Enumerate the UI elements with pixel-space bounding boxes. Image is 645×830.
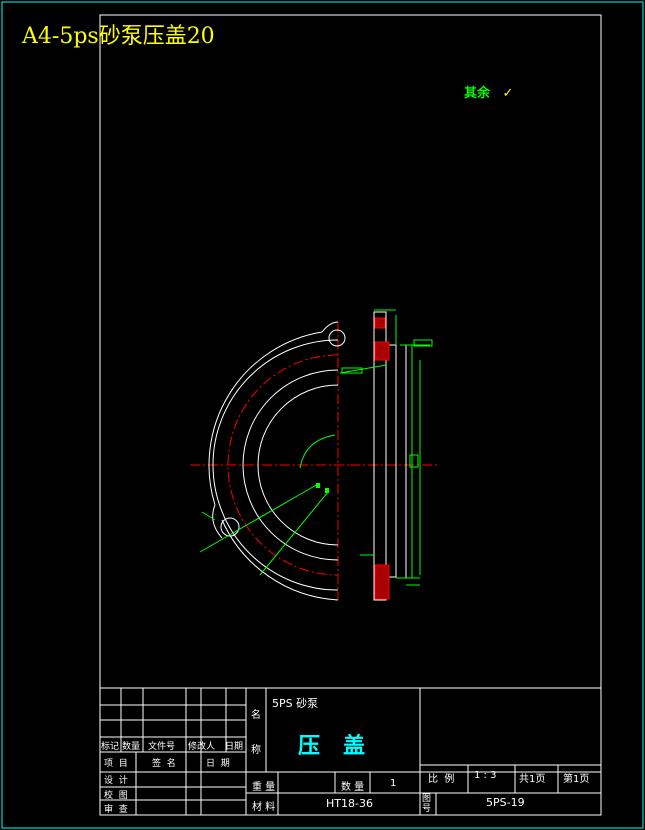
qty-value: 1: [390, 778, 397, 789]
drawing-sheet: [1, 1, 644, 829]
role-review: 审 查: [104, 805, 128, 815]
product-name: 5PS 砂泵: [272, 697, 319, 710]
sign-row-date: 日 期: [206, 759, 230, 769]
weight-label: 重 量: [252, 782, 276, 793]
sign-row-sign: 签 名: [152, 759, 176, 769]
inner-frame: [99, 14, 602, 816]
material-label: 材 料: [252, 802, 276, 813]
name-label-bottom: 称: [251, 745, 261, 756]
roughness-label: 其余: [464, 86, 491, 101]
sign-row-item: 项 目: [104, 759, 128, 769]
qty-label: 数 量: [341, 782, 365, 793]
drawing-title: A4-5ps砂泵压盖20: [22, 24, 215, 49]
scale-value: 1 : 3: [474, 770, 497, 781]
page-number: 第1页: [563, 774, 590, 785]
material-value: HT18-36: [326, 797, 373, 810]
role-design: 设 计: [104, 776, 128, 786]
name-label-top: 名: [251, 710, 261, 721]
section-view: [339, 309, 438, 601]
role-check: 校 图: [104, 791, 128, 801]
rev-header-file: 文件号: [148, 742, 176, 752]
drawing-no-label: 图 号: [422, 794, 432, 814]
rev-header-date: 日期: [225, 742, 244, 752]
outer-border: [1, 1, 644, 829]
rev-header-mark: 标记: [101, 742, 120, 752]
surface-roughness-note: 其余 ✓: [464, 82, 513, 101]
front-view: [190, 321, 350, 601]
rev-header-qty: 数量: [122, 742, 141, 752]
drawing-number: 5PS-19: [486, 796, 525, 809]
rev-header-editor: 修改人: [188, 742, 216, 752]
scale-label: 比 例: [428, 774, 455, 785]
pages-total: 共1页: [519, 774, 546, 785]
roughness-check-icon: ✓: [502, 86, 514, 101]
part-name: 压 盖: [298, 734, 365, 759]
